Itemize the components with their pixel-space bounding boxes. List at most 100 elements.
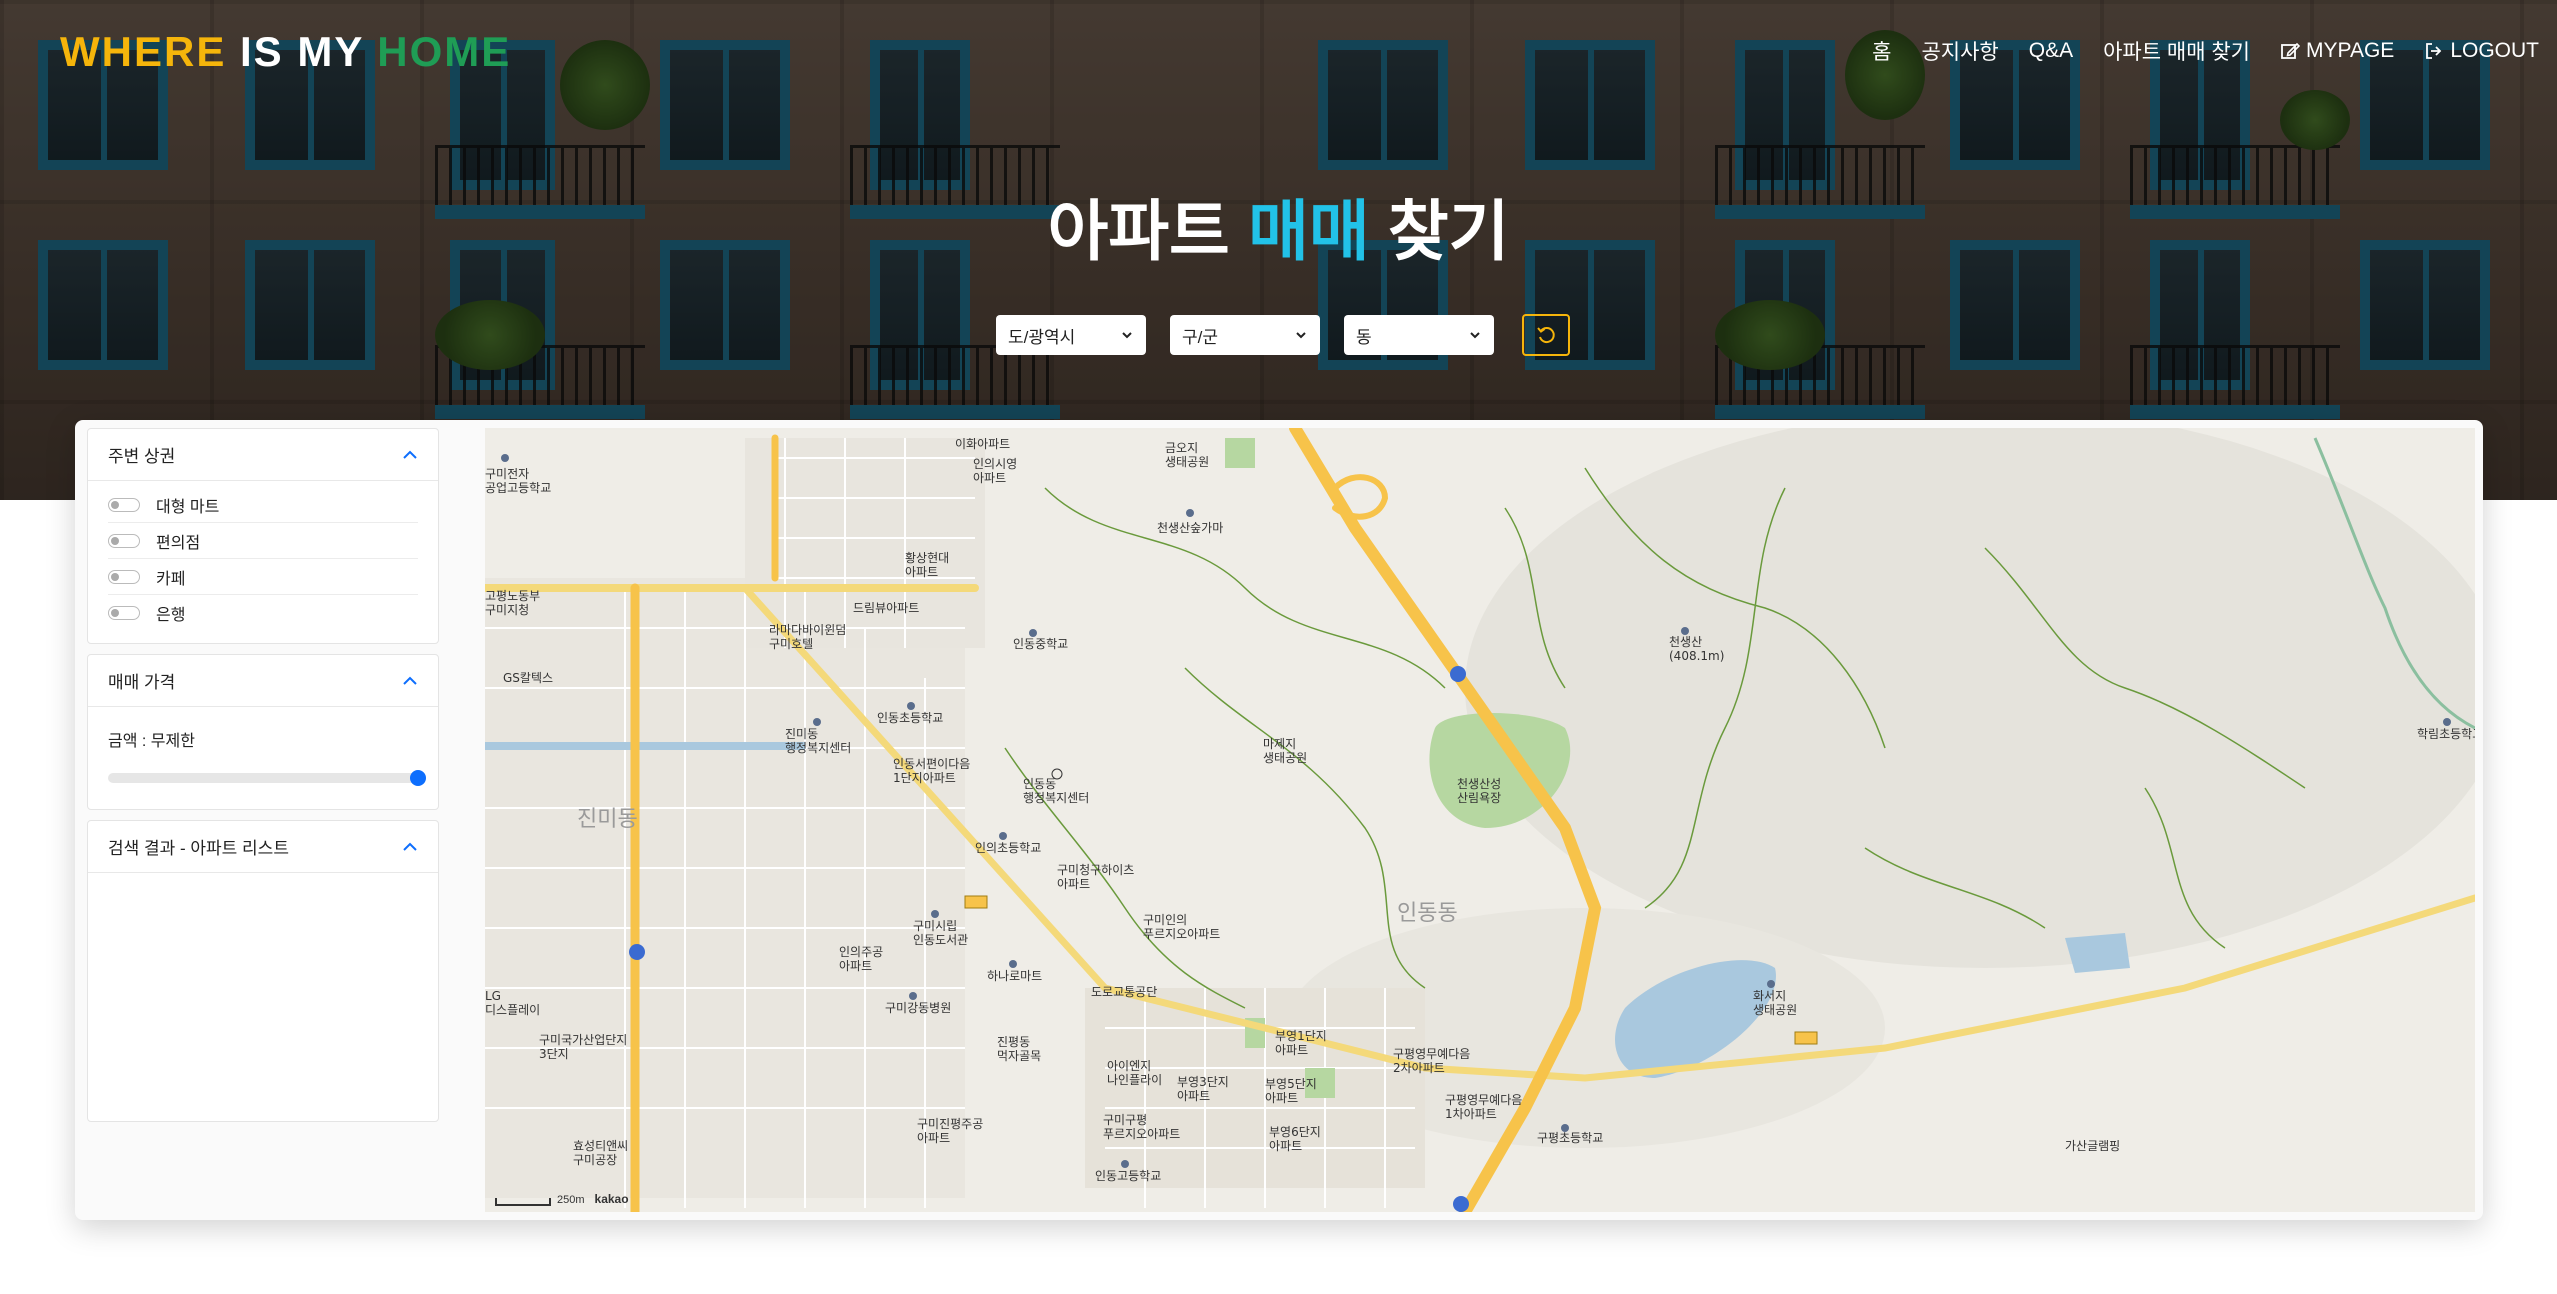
map-label: 인동중학교 (1013, 637, 1068, 651)
nav-home[interactable]: 홈 (1872, 36, 1891, 66)
price-panel: 매매 가격 금액 : 무제한 (87, 654, 439, 810)
map-label: 인동초등학교 (877, 711, 943, 725)
poi-park-icon (1767, 980, 1775, 988)
poi-kiln-icon (1186, 509, 1194, 517)
price-header[interactable]: 매매 가격 (88, 655, 438, 707)
toggle-row-mart: 대형 마트 (108, 487, 418, 523)
nav-mypage[interactable]: MYPAGE (2280, 39, 2394, 63)
map-label: 천생산성 산림욕장 (1457, 776, 1501, 805)
map-canvas[interactable]: 이화아파트 인의시영 아파트 금오지 생태공원 천생산숲가마 구미전자 공업고등학교 … (485, 428, 2475, 1212)
cafe-label: 카페 (156, 570, 186, 588)
price-body: 금액 : 무제한 (88, 707, 438, 809)
poi-school-icon (1121, 1160, 1129, 1168)
map-label: 드림뷰아파트 (853, 601, 919, 615)
poi-center-icon (813, 718, 821, 726)
logo-word-home: HOME (377, 28, 512, 75)
map-scale-label: 250m (557, 1194, 585, 1206)
route-shield-514 (964, 895, 988, 909)
toggle-row-bank: 은행 (108, 595, 418, 631)
nav-logout[interactable]: LOGOUT (2424, 39, 2539, 63)
poi-school-icon (501, 454, 509, 462)
nav-mypage-label: MYPAGE (2306, 39, 2395, 62)
nearby-commerce-title: 주변 상권 (108, 447, 176, 466)
site-logo[interactable]: WHERE IS MY HOME (60, 28, 511, 76)
map-label: 학림초등학교 (2417, 727, 2475, 741)
title-part-find: 찾기 (1387, 194, 1510, 268)
poi-school-icon (1561, 1124, 1569, 1132)
search-card: 주변 상권 대형 마트 편의점 카페 은행 매매 가격 금액: 무제한 검색 … (75, 420, 2483, 1220)
gugun-select[interactable]: 구/군 (1170, 315, 1320, 355)
park (1225, 438, 1255, 468)
toggle-row-convenience: 편의점 (108, 523, 418, 559)
reset-icon (1537, 327, 1555, 344)
map-area-label: 인동동 (1397, 901, 1458, 926)
kakao-map[interactable]: 이화아파트 인의시영 아파트 금오지 생태공원 천생산숲가마 구미전자 공업고등학교 … (485, 428, 2475, 1212)
nav-logout-label: LOGOUT (2450, 39, 2539, 62)
map-label: 가산글램핑 (2065, 1139, 2120, 1153)
price-slider-thumb[interactable] (410, 770, 426, 786)
route-shield-33 (1450, 666, 1466, 682)
title-part-sale: 매매 (1248, 194, 1370, 268)
map-label: 구평초등학교 (1537, 1131, 1603, 1145)
poi-mart-icon (1009, 960, 1017, 968)
poi-school-icon (999, 832, 1007, 840)
map-area-label: 진미동 (577, 807, 638, 832)
map-label: 이화아파트 (955, 437, 1010, 451)
page-title: 아파트 매매 찾기 (0, 178, 2557, 274)
convenience-toggle[interactable] (108, 533, 140, 548)
reset-filter-button[interactable] (1522, 314, 1570, 356)
map-label: 천생산숲가마 (1157, 520, 1223, 535)
map-scale-bar (495, 1198, 551, 1206)
bank-label: 은행 (156, 607, 186, 624)
map-scale: 250m kakao (495, 1192, 629, 1206)
results-title: 검색 결과 - 아파트 리스트 (108, 839, 289, 858)
map-label: 도로교통공단 (1091, 985, 1157, 999)
toggle-row-cafe: 카페 (108, 559, 418, 595)
kakao-logo: kakao (594, 1192, 629, 1206)
urban-area (485, 578, 965, 1198)
results-header[interactable]: 검색 결과 - 아파트 리스트 (88, 821, 438, 873)
chevron-up-icon (403, 450, 417, 459)
map-label: 하나로마트 (987, 969, 1042, 983)
nearby-commerce-panel: 주변 상권 대형 마트 편의점 카페 은행 (87, 428, 439, 644)
chevron-down-icon (1122, 332, 1132, 339)
convenience-label: 편의점 (156, 534, 201, 552)
dong-select[interactable]: 동 (1344, 315, 1494, 355)
results-panel: 검색 결과 - 아파트 리스트 (87, 820, 439, 1122)
poi-mountain-icon (1681, 627, 1689, 635)
route-shield-33 (1453, 1196, 1469, 1212)
chevron-up-icon (403, 676, 417, 685)
apartment-list (88, 873, 438, 1121)
chevron-down-icon (1296, 332, 1306, 339)
chevron-down-icon (1470, 332, 1480, 339)
sido-select[interactable]: 도/광역시 (996, 315, 1146, 355)
nearby-commerce-header[interactable]: 주변 상권 (88, 429, 438, 481)
pond (2065, 933, 2130, 973)
dong-select-value: 동 (1356, 327, 1372, 347)
bank-toggle[interactable] (108, 606, 140, 620)
logo-word-where: WHERE (60, 28, 227, 75)
cafe-toggle[interactable] (108, 569, 140, 584)
poi-school-icon (2443, 718, 2451, 726)
poi-library-icon (931, 910, 939, 918)
logout-icon (2426, 43, 2442, 59)
logo-word-is-my: IS MY (240, 28, 364, 75)
nav-qna[interactable]: Q&A (2029, 39, 2073, 63)
chevron-up-icon (403, 842, 417, 851)
mart-toggle[interactable] (108, 497, 140, 512)
nav-notice[interactable]: 공지사항 (1921, 36, 1998, 66)
poi-school-icon (1029, 629, 1037, 637)
gugun-select-value: 구/군 (1182, 327, 1219, 347)
filter-sidebar: 주변 상권 대형 마트 편의점 카페 은행 매매 가격 금액: 무제한 검색 … (87, 428, 439, 1132)
nav-apt-search[interactable]: 아파트 매매 찾기 (2103, 36, 2250, 66)
region-filter-bar: 도/광역시 구/군 동 (996, 314, 1570, 356)
edit-icon (2281, 42, 2301, 59)
route-shield-67 (629, 944, 645, 960)
price-title: 매매 가격 (108, 673, 176, 692)
map-label: 인동고등학교 (1095, 1169, 1161, 1183)
route-shield-514 (1794, 1031, 1818, 1045)
map-label: 인의초등학교 (975, 841, 1041, 855)
price-amount-label: 금액 : 무제한 (108, 733, 195, 750)
mart-label: 대형 마트 (156, 498, 220, 516)
price-slider[interactable] (108, 770, 426, 786)
